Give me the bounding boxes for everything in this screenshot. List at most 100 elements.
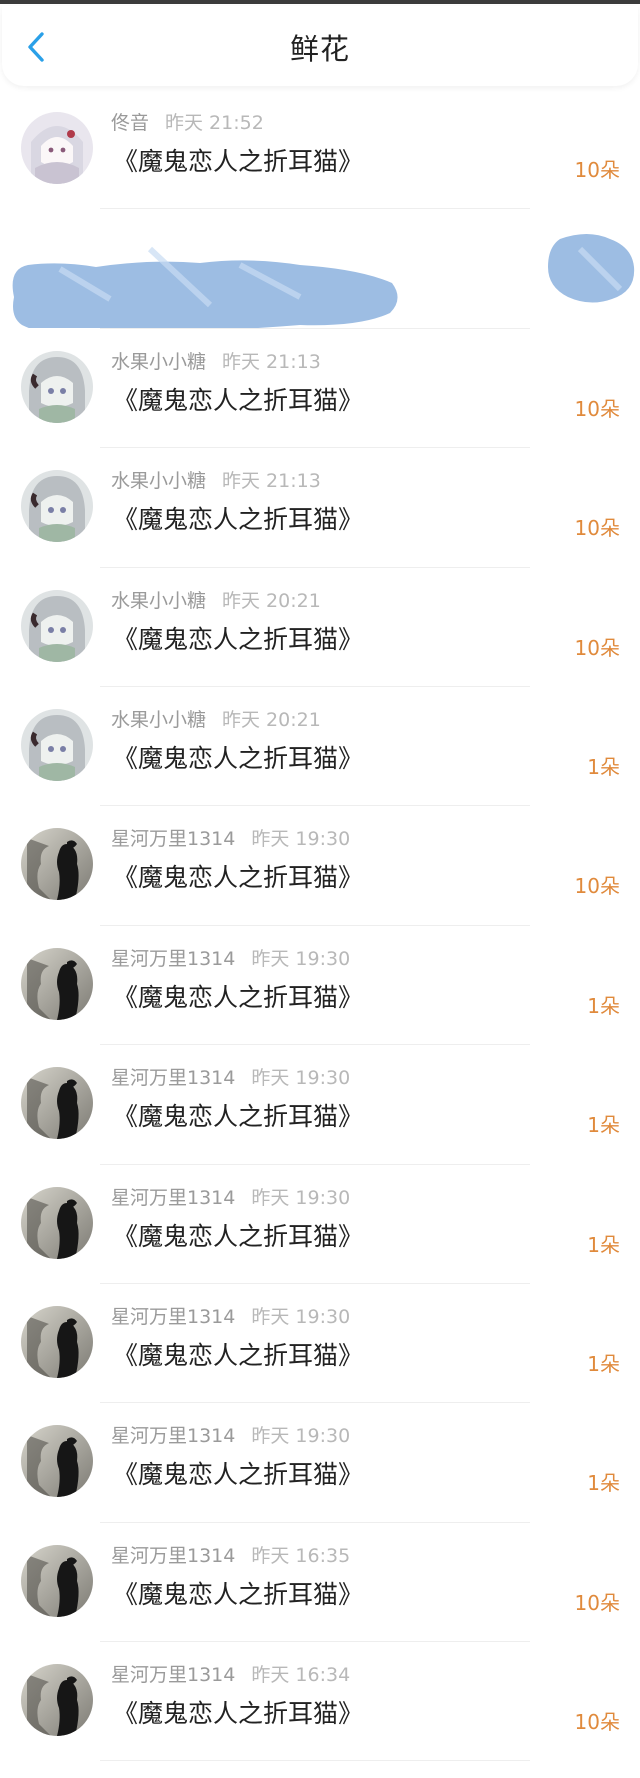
flower-record-row[interactable]: 水果小小糖 昨天 20:21 《魔鬼恋人之折耳猫》 10朵 [0,568,640,687]
timestamp: 昨天 19:30 [251,828,351,851]
flower-count: 1朵 [587,1113,620,1138]
book-title[interactable]: 《魔鬼恋人之折耳猫》 [113,1575,363,1611]
row-meta: 水果小小糖 昨天 21:13 [111,466,321,493]
avatar[interactable] [21,1186,93,1259]
user-name[interactable]: 星河万里1314 [111,1067,235,1089]
user-name[interactable]: 水果小小糖 [111,470,206,492]
nav-header: 鲜花 [2,6,638,86]
avatar[interactable] [21,828,93,901]
redaction-scribble [12,234,635,329]
user-name[interactable]: 佟音 [111,112,149,134]
flower-record-row[interactable]: 星河万里1314 昨天 19:30 《魔鬼恋人之折耳猫》 1朵 [0,1165,640,1284]
timestamp: 昨天 21:13 [222,470,321,493]
book-title[interactable]: 《魔鬼恋人之折耳猫》 [113,1694,363,1730]
flower-list: 佟音 昨天 21:52 《魔鬼恋人之折耳猫》 10朵 水果小小糖 昨天 21:13 《魔鬼恋… [0,90,640,1762]
avatar[interactable] [21,1067,93,1140]
user-avatar-icon [21,947,93,1020]
book-title[interactable]: 《魔鬼恋人之折耳猫》 [113,1217,363,1253]
book-title[interactable]: 《魔鬼恋人之折耳猫》 [113,739,363,775]
user-avatar-icon [21,1664,93,1737]
timestamp: 昨天 16:35 [251,1544,351,1567]
book-title[interactable]: 《魔鬼恋人之折耳猫》 [113,1455,363,1491]
flower-record-row[interactable]: 星河万里1314 昨天 19:30 《魔鬼恋人之折耳猫》 1朵 [0,1403,640,1523]
flower-record-row[interactable]: 佟音 昨天 21:52 《魔鬼恋人之折耳猫》 10朵 [0,90,640,210]
user-name[interactable]: 星河万里1314 [111,1306,235,1328]
flower-count: 10朵 [574,396,620,421]
timestamp: 昨天 21:13 [222,350,321,373]
row-meta: 水果小小糖 昨天 21:13 [111,347,321,374]
user-avatar-icon [21,470,93,543]
row-meta: 星河万里1314 昨天 19:30 [111,944,350,971]
avatar[interactable] [21,1664,93,1737]
row-meta: 星河万里1314 昨天 19:30 [111,1421,350,1448]
flower-record-row[interactable]: 星河万里1314 昨天 19:30 《魔鬼恋人之折耳猫》 10朵 [0,806,640,926]
avatar[interactable] [21,1544,93,1617]
user-avatar-icon [21,1544,93,1617]
book-title[interactable]: 《魔鬼恋人之折耳猫》 [113,381,363,417]
timestamp: 昨天 19:30 [251,1186,351,1209]
user-avatar-icon [21,1186,93,1259]
avatar[interactable] [21,1305,93,1378]
timestamp: 昨天 20:21 [222,708,321,731]
book-title[interactable]: 《魔鬼恋人之折耳猫》 [113,1097,363,1133]
row-meta: 星河万里1314 昨天 16:35 [111,1541,350,1568]
user-avatar-icon [21,828,93,901]
user-name[interactable]: 星河万里1314 [111,1664,235,1686]
row-meta: 星河万里1314 昨天 19:30 [111,824,350,851]
user-name[interactable]: 水果小小糖 [111,351,206,373]
avatar[interactable] [21,1425,93,1498]
user-avatar-icon [21,1305,93,1378]
flower-record-row[interactable] [0,209,640,329]
flower-record-row[interactable]: 水果小小糖 昨天 21:13 《魔鬼恋人之折耳猫》 10朵 [0,448,640,568]
avatar[interactable] [21,112,93,184]
flower-count: 1朵 [587,754,620,779]
flower-count: 1朵 [587,1351,620,1376]
timestamp: 昨天 19:30 [251,1425,351,1448]
avatar[interactable] [21,589,93,662]
row-meta: 星河万里1314 昨天 19:30 [111,1063,350,1090]
avatar[interactable] [21,470,93,543]
flower-count: 10朵 [574,874,620,899]
flower-record-row[interactable]: 水果小小糖 昨天 21:13 《魔鬼恋人之折耳猫》 10朵 [0,329,640,449]
book-title[interactable]: 《魔鬼恋人之折耳猫》 [113,858,363,894]
avatar[interactable] [21,350,93,423]
row-divider [100,1760,530,1762]
flower-count: 10朵 [574,635,620,660]
flower-record-row[interactable]: 星河万里1314 昨天 16:34 《魔鬼恋人之折耳猫》 10朵 [0,1642,640,1762]
flower-record-row[interactable]: 星河万里1314 昨天 19:30 《魔鬼恋人之折耳猫》 1朵 [0,926,640,1046]
flower-record-row[interactable]: 星河万里1314 昨天 16:35 《魔鬼恋人之折耳猫》 10朵 [0,1523,640,1643]
row-meta: 星河万里1314 昨天 16:34 [111,1660,350,1687]
timestamp: 昨天 19:30 [251,947,351,970]
book-title[interactable]: 《魔鬼恋人之折耳猫》 [113,1336,363,1372]
status-strip [0,0,640,4]
flower-record-row[interactable]: 星河万里1314 昨天 19:30 《魔鬼恋人之折耳猫》 1朵 [0,1284,640,1404]
flower-count: 10朵 [574,158,620,182]
flower-count: 10朵 [574,1710,620,1735]
book-title[interactable]: 《魔鬼恋人之折耳猫》 [113,978,363,1014]
timestamp: 昨天 20:21 [222,589,321,612]
avatar[interactable] [21,708,93,781]
flower-count: 10朵 [574,1590,620,1615]
user-name[interactable]: 星河万里1314 [111,948,235,970]
user-name[interactable]: 星河万里1314 [111,1545,235,1567]
timestamp: 昨天 21:52 [165,112,264,134]
user-name[interactable]: 水果小小糖 [111,709,206,731]
book-title[interactable]: 《魔鬼恋人之折耳猫》 [113,500,363,536]
page-title: 鲜花 [289,32,350,66]
flower-count: 1朵 [587,1232,620,1257]
flower-record-row[interactable]: 水果小小糖 昨天 20:21 《魔鬼恋人之折耳猫》 1朵 [0,687,640,807]
row-meta: 佟音 昨天 21:52 [111,108,264,135]
book-title[interactable]: 《魔鬼恋人之折耳猫》 [113,142,363,178]
user-name[interactable]: 星河万里1314 [111,828,235,850]
avatar[interactable] [21,947,93,1020]
user-name[interactable]: 星河万里1314 [111,1187,235,1209]
user-name[interactable]: 星河万里1314 [111,1425,235,1447]
flower-record-row[interactable]: 星河万里1314 昨天 19:30 《魔鬼恋人之折耳猫》 1朵 [0,1045,640,1165]
user-name[interactable]: 水果小小糖 [111,590,206,612]
book-title[interactable]: 《魔鬼恋人之折耳猫》 [113,620,363,656]
timestamp: 昨天 16:34 [251,1664,351,1687]
user-avatar-icon [21,1425,93,1498]
timestamp: 昨天 19:30 [251,1067,351,1090]
user-avatar-icon [21,112,93,184]
row-meta: 水果小小糖 昨天 20:21 [111,705,321,732]
